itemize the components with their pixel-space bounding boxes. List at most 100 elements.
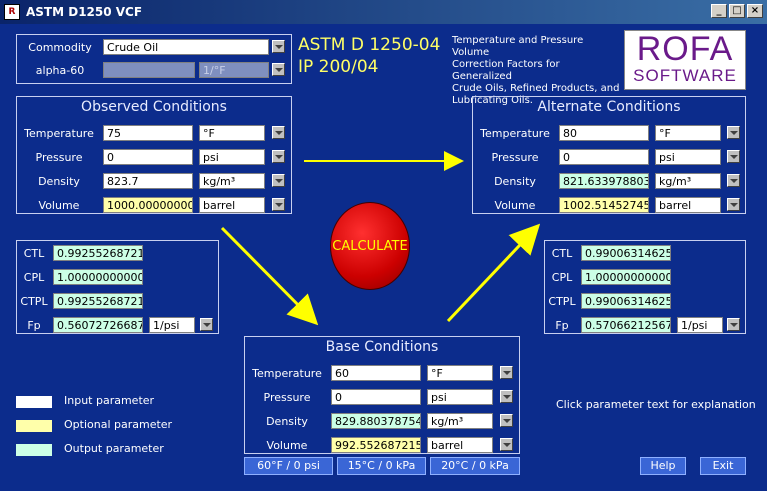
- legend-input-swatch: [16, 396, 52, 408]
- right-fp-label[interactable]: Fp: [547, 319, 577, 332]
- right-ctpl-output: 0.990063146254: [581, 293, 671, 309]
- standard-title: ASTM D 1250-04 IP 200/04: [298, 34, 440, 78]
- right-cpl-label[interactable]: CPL: [547, 271, 577, 284]
- alternate-conditions-panel: Alternate Conditions Temperature 80 °F P…: [472, 96, 746, 214]
- observed-density-input[interactable]: 823.7: [103, 173, 193, 189]
- base-conditions-panel: Base Conditions Temperature 60 °F Pressu…: [244, 336, 520, 454]
- observed-pressure-unit[interactable]: psi: [199, 149, 265, 165]
- commodity-label[interactable]: Commodity: [25, 41, 95, 54]
- alternate-pressure-input[interactable]: 0: [559, 149, 649, 165]
- observed-temperature-input[interactable]: 75: [103, 125, 193, 141]
- right-ctl-output: 0.990063146254: [581, 245, 671, 261]
- observed-conditions-panel: Observed Conditions Temperature 75 °F Pr…: [16, 96, 292, 214]
- observed-volume-input[interactable]: 1000.000000000: [103, 197, 193, 213]
- right-ctl-label[interactable]: CTL: [547, 247, 577, 260]
- window-controls: _ □ ×: [711, 4, 763, 18]
- base-temperature-unit-dropdown-icon[interactable]: [500, 366, 513, 379]
- alternate-temperature-input[interactable]: 80: [559, 125, 649, 141]
- observed-density-unit-dropdown-icon[interactable]: [272, 174, 285, 187]
- alternate-temperature-label[interactable]: Temperature: [475, 127, 555, 140]
- alternate-factors-panel: CTL 0.990063146254 CPL 1.000000000000 CT…: [544, 240, 746, 334]
- base-temperature-unit[interactable]: °F: [427, 365, 493, 381]
- main-area: Commodity Crude Oil alpha-60 1/°F ASTM D…: [0, 24, 767, 491]
- observed-density-unit[interactable]: kg/m³: [199, 173, 265, 189]
- alternate-volume-output[interactable]: 1002.514527453: [559, 197, 649, 213]
- alternate-temperature-unit-dropdown-icon[interactable]: [727, 126, 740, 139]
- maximize-button[interactable]: □: [729, 4, 745, 18]
- alternate-pressure-unit-dropdown-icon[interactable]: [727, 150, 740, 163]
- base-density-output: 829.8803787540: [331, 413, 421, 429]
- logo-line-1: ROFA: [636, 30, 734, 68]
- observed-pressure-unit-dropdown-icon[interactable]: [272, 150, 285, 163]
- calculate-button[interactable]: CALCULATE: [330, 202, 410, 290]
- window-title: ASTM D1250 VCF: [26, 5, 143, 19]
- exit-button[interactable]: Exit: [700, 457, 746, 475]
- base-density-unit-dropdown-icon[interactable]: [500, 414, 513, 427]
- base-pressure-input[interactable]: 0: [331, 389, 421, 405]
- left-ctpl-output: 0.992552687216: [53, 293, 143, 309]
- left-fp-unit-dropdown-icon[interactable]: [200, 318, 213, 331]
- right-fp-unit[interactable]: 1/psi: [677, 317, 723, 333]
- observed-factors-panel: CTL 0.992552687216 CPL 1.000000000000 CT…: [16, 240, 219, 334]
- legend-output-label: Output parameter: [64, 442, 164, 455]
- description-line: Crude Oils, Refined Products, and: [452, 83, 620, 94]
- left-fp-unit[interactable]: 1/psi: [149, 317, 195, 333]
- alternate-density-output: 821.6339788037: [559, 173, 649, 189]
- preset-60f-0psi-button[interactable]: 60°F / 0 psi: [244, 457, 333, 475]
- base-volume-output[interactable]: 992.5526872157: [331, 437, 421, 453]
- base-title: Base Conditions: [325, 339, 439, 355]
- alternate-title: Alternate Conditions: [537, 99, 681, 115]
- right-fp-output: 0.570662125672: [581, 317, 671, 333]
- commodity-field[interactable]: Crude Oil: [103, 39, 269, 55]
- observed-pressure-input[interactable]: 0: [103, 149, 193, 165]
- left-cpl-label[interactable]: CPL: [19, 271, 49, 284]
- description-line: Correction Factors for Generalized: [452, 59, 560, 82]
- right-fp-unit-dropdown-icon[interactable]: [727, 318, 740, 331]
- observed-temperature-unit[interactable]: °F: [199, 125, 265, 141]
- alternate-pressure-unit[interactable]: psi: [655, 149, 721, 165]
- left-fp-label[interactable]: Fp: [19, 319, 49, 332]
- alternate-density-unit[interactable]: kg/m³: [655, 173, 721, 189]
- base-volume-unit-dropdown-icon[interactable]: [500, 438, 513, 451]
- observed-density-label[interactable]: Density: [19, 175, 99, 188]
- observed-volume-unit[interactable]: barrel: [199, 197, 265, 213]
- help-button[interactable]: Help: [640, 457, 686, 475]
- base-volume-label[interactable]: Volume: [247, 439, 327, 452]
- left-fp-output: 0.560727266871: [53, 317, 143, 333]
- right-ctpl-label[interactable]: CTPL: [547, 295, 577, 308]
- observed-volume-label[interactable]: Volume: [19, 199, 99, 212]
- alpha-label[interactable]: alpha-60: [25, 64, 95, 77]
- base-density-unit[interactable]: kg/m³: [427, 413, 493, 429]
- base-volume-unit[interactable]: barrel: [427, 437, 493, 453]
- alternate-volume-unit-dropdown-icon[interactable]: [727, 198, 740, 211]
- legend-optional-swatch: [16, 420, 52, 432]
- left-ctpl-label[interactable]: CTPL: [19, 295, 49, 308]
- close-button[interactable]: ×: [747, 4, 763, 18]
- left-ctl-label[interactable]: CTL: [19, 247, 49, 260]
- base-temperature-input[interactable]: 60: [331, 365, 421, 381]
- alternate-density-unit-dropdown-icon[interactable]: [727, 174, 740, 187]
- base-pressure-unit-dropdown-icon[interactable]: [500, 390, 513, 403]
- alternate-density-label[interactable]: Density: [475, 175, 555, 188]
- commodity-dropdown-icon[interactable]: [272, 40, 285, 53]
- alternate-temperature-unit[interactable]: °F: [655, 125, 721, 141]
- base-pressure-label[interactable]: Pressure: [247, 391, 327, 404]
- preset-15c-0kpa-button[interactable]: 15°C / 0 kPa: [337, 457, 426, 475]
- base-temperature-label[interactable]: Temperature: [247, 367, 327, 380]
- title-line-2: IP 200/04: [298, 57, 379, 77]
- observed-temperature-unit-dropdown-icon[interactable]: [272, 126, 285, 139]
- commodity-panel: Commodity Crude Oil alpha-60 1/°F: [16, 34, 292, 84]
- alternate-pressure-label[interactable]: Pressure: [475, 151, 555, 164]
- minimize-button[interactable]: _: [711, 4, 727, 18]
- rofa-logo: ROFA SOFTWARE: [624, 30, 746, 90]
- rofa-app-icon[interactable]: R: [4, 4, 20, 20]
- observed-volume-unit-dropdown-icon[interactable]: [272, 198, 285, 211]
- alternate-volume-unit[interactable]: barrel: [655, 197, 721, 213]
- alternate-volume-label[interactable]: Volume: [475, 199, 555, 212]
- observed-temperature-label[interactable]: Temperature: [19, 127, 99, 140]
- base-pressure-unit[interactable]: psi: [427, 389, 493, 405]
- window-titlebar: R ASTM D1250 VCF _ □ ×: [0, 0, 767, 24]
- observed-pressure-label[interactable]: Pressure: [19, 151, 99, 164]
- base-density-label[interactable]: Density: [247, 415, 327, 428]
- preset-20c-0kpa-button[interactable]: 20°C / 0 kPa: [430, 457, 520, 475]
